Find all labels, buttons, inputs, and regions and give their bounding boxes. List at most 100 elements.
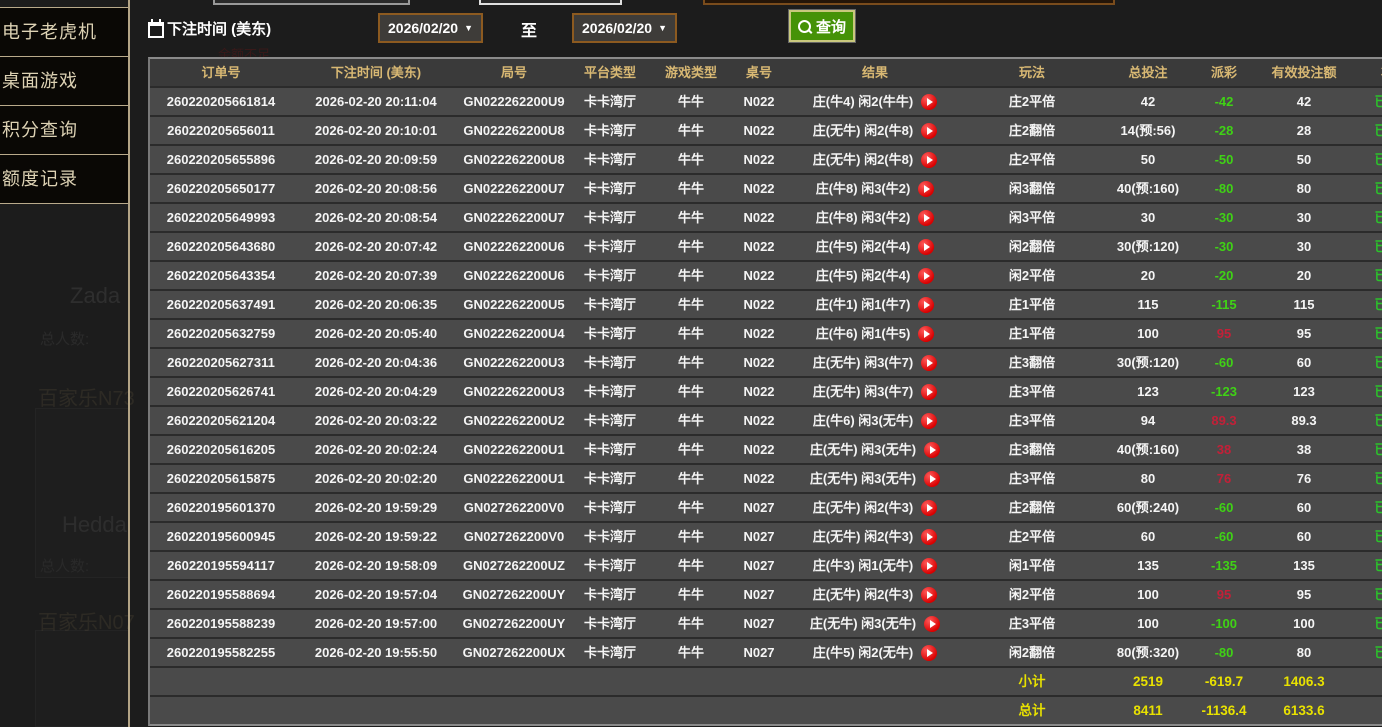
search-button[interactable]: 查询 [789, 10, 855, 42]
table-row: 2602202056374912026-02-20 20:06:35GN0222… [150, 289, 1382, 318]
status-cell: 已结算 [1354, 204, 1382, 231]
sidebar-item-points-query[interactable]: 积分查询 [0, 106, 128, 155]
sidebar-item-quota-records[interactable]: 额度记录 [0, 155, 128, 204]
result-text: 庄(牛5) 闲2(牛4) [816, 233, 911, 260]
bet-time-cell: 2026-02-20 20:08:56 [292, 175, 460, 202]
video-play-icon[interactable] [918, 297, 934, 313]
round-no-cell: GN027262200UY [460, 581, 568, 608]
result-cell: 庄(无牛) 闲3(无牛) [788, 436, 962, 463]
total-bet-cell: 115 [1102, 291, 1194, 318]
bet-time-cell: 2026-02-20 20:04:36 [292, 349, 460, 376]
video-play-icon[interactable] [918, 268, 934, 284]
result-cell: 庄(无牛) 闲2(牛3) [788, 494, 962, 521]
platform-cell: 卡卡湾厅 [568, 407, 652, 434]
order-no-cell: 260220205637491 [150, 291, 292, 318]
platform-cell: 卡卡湾厅 [568, 494, 652, 521]
play-type-cell: 庄2翻倍 [962, 117, 1102, 144]
video-play-icon[interactable] [921, 529, 937, 545]
video-play-icon[interactable] [918, 210, 934, 226]
table-no-cell: N027 [730, 581, 788, 608]
total-bet-cell: 100 [1102, 610, 1194, 637]
video-play-icon[interactable] [921, 413, 937, 429]
video-play-icon[interactable] [921, 123, 937, 139]
play-type-cell: 闲3平倍 [962, 204, 1102, 231]
total-bet-cell: 40(预:160) [1102, 436, 1194, 463]
payout-cell: 95 [1194, 581, 1254, 608]
status-cell: 已结算 [1354, 465, 1382, 492]
sidebar-item-slots[interactable]: 电子老虎机 [0, 8, 128, 57]
play-type-cell: 庄2平倍 [962, 523, 1102, 550]
date-from-select[interactable]: 2026/02/20 ▼ [378, 13, 483, 43]
video-play-icon[interactable] [921, 587, 937, 603]
video-play-icon[interactable] [921, 558, 937, 574]
bet-time-cell: 2026-02-20 19:59:29 [292, 494, 460, 521]
round-no-cell: GN027262200V0 [460, 523, 568, 550]
platform-cell: 卡卡湾厅 [568, 465, 652, 492]
game-type-cell: 牛牛 [652, 523, 730, 550]
video-play-icon[interactable] [921, 500, 937, 516]
bet-time-cell: 2026-02-20 20:03:22 [292, 407, 460, 434]
status-cell: 已结算 [1354, 146, 1382, 173]
result-cell: 庄(牛8) 闲3(牛2) [788, 204, 962, 231]
platform-cell: 卡卡湾厅 [568, 320, 652, 347]
video-play-icon[interactable] [921, 355, 937, 371]
valid-bet-cell: 42 [1254, 88, 1354, 115]
calendar-icon [148, 22, 164, 38]
table-row: 2602202056162052026-02-20 20:02:24GN0222… [150, 434, 1382, 463]
order-no-cell: 260220195594117 [150, 552, 292, 579]
header-bet-time: 下注时间 (美东) [292, 59, 460, 86]
video-play-icon[interactable] [918, 181, 934, 197]
table-row: 2602202056558962026-02-20 20:09:59GN0222… [150, 144, 1382, 173]
play-type-cell: 闲3翻倍 [962, 175, 1102, 202]
round-no-cell: GN022262200U7 [460, 175, 568, 202]
table-no-cell: N022 [730, 349, 788, 376]
platform-cell: 卡卡湾厅 [568, 436, 652, 463]
table-no-cell: N027 [730, 494, 788, 521]
game-type-cell: 牛牛 [652, 436, 730, 463]
valid-bet-cell: 60 [1254, 523, 1354, 550]
round-no-cell: GN022262200U3 [460, 349, 568, 376]
status-cell: 已结算 [1354, 378, 1382, 405]
status-cell: 已结算 [1354, 233, 1382, 260]
result-cell: 庄(牛5) 闲2(无牛) [788, 639, 962, 666]
result-text: 庄(牛6) 闲1(牛5) [816, 320, 911, 347]
video-play-icon[interactable] [924, 471, 940, 487]
game-type-cell: 牛牛 [652, 117, 730, 144]
table-no-cell: N022 [730, 378, 788, 405]
game-type-cell: 牛牛 [652, 291, 730, 318]
faint-lobby-card [35, 630, 129, 727]
cutoff-input-remnant [213, 0, 410, 5]
platform-cell: 卡卡湾厅 [568, 291, 652, 318]
round-no-cell: GN022262200U2 [460, 407, 568, 434]
table-row: 2602202056436802026-02-20 20:07:42GN0222… [150, 231, 1382, 260]
valid-bet-cell: 38 [1254, 436, 1354, 463]
result-text: 庄(无牛) 闲2(牛3) [813, 523, 913, 550]
play-type-cell: 庄3翻倍 [962, 349, 1102, 376]
video-play-icon[interactable] [918, 239, 934, 255]
date-from-value: 2026/02/20 [388, 20, 458, 36]
play-type-cell: 庄1平倍 [962, 320, 1102, 347]
result-cell: 庄(无牛) 闲2(牛3) [788, 523, 962, 550]
valid-bet-cell: 115 [1254, 291, 1354, 318]
video-play-icon[interactable] [918, 326, 934, 342]
order-no-cell: 260220205615875 [150, 465, 292, 492]
sidebar-item-table-games[interactable]: 桌面游戏 [0, 57, 128, 106]
date-to-select[interactable]: 2026/02/20 ▼ [572, 13, 677, 43]
video-play-icon[interactable] [921, 645, 937, 661]
bet-time-cell: 2026-02-20 19:59:22 [292, 523, 460, 550]
video-play-icon[interactable] [924, 616, 940, 632]
video-play-icon[interactable] [924, 442, 940, 458]
result-cell: 庄(牛6) 闲1(牛5) [788, 320, 962, 347]
game-type-cell: 牛牛 [652, 320, 730, 347]
video-play-icon[interactable] [921, 94, 937, 110]
payout-cell: -30 [1194, 233, 1254, 260]
payout-cell: -135 [1194, 552, 1254, 579]
video-play-icon[interactable] [921, 152, 937, 168]
round-no-cell: GN022262200U1 [460, 436, 568, 463]
video-play-icon[interactable] [921, 384, 937, 400]
payout-cell: -42 [1194, 88, 1254, 115]
header-round-no: 局号 [460, 59, 568, 86]
payout-cell: -80 [1194, 175, 1254, 202]
faint-dealer-name: Zada [70, 283, 120, 309]
total-valid-bet: 6133.6 [1254, 697, 1354, 724]
